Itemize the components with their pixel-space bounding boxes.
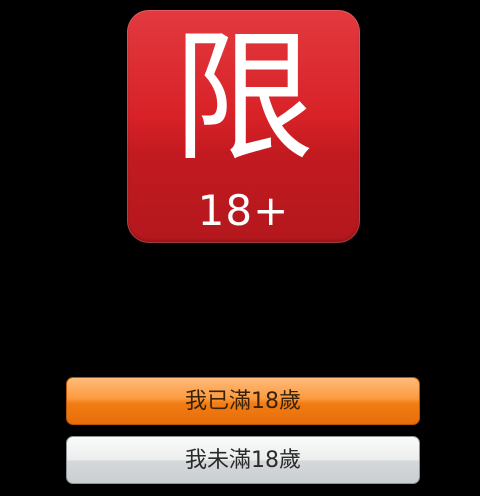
restricted-glyph: 限	[172, 16, 315, 181]
deny-under-18-button[interactable]: 我未滿18歲	[66, 436, 420, 484]
age-restriction-badge: 限 18+	[127, 10, 360, 243]
confirm-over-18-button[interactable]: 我已滿18歲	[66, 377, 420, 425]
age-rating-label: 18+	[197, 186, 290, 235]
